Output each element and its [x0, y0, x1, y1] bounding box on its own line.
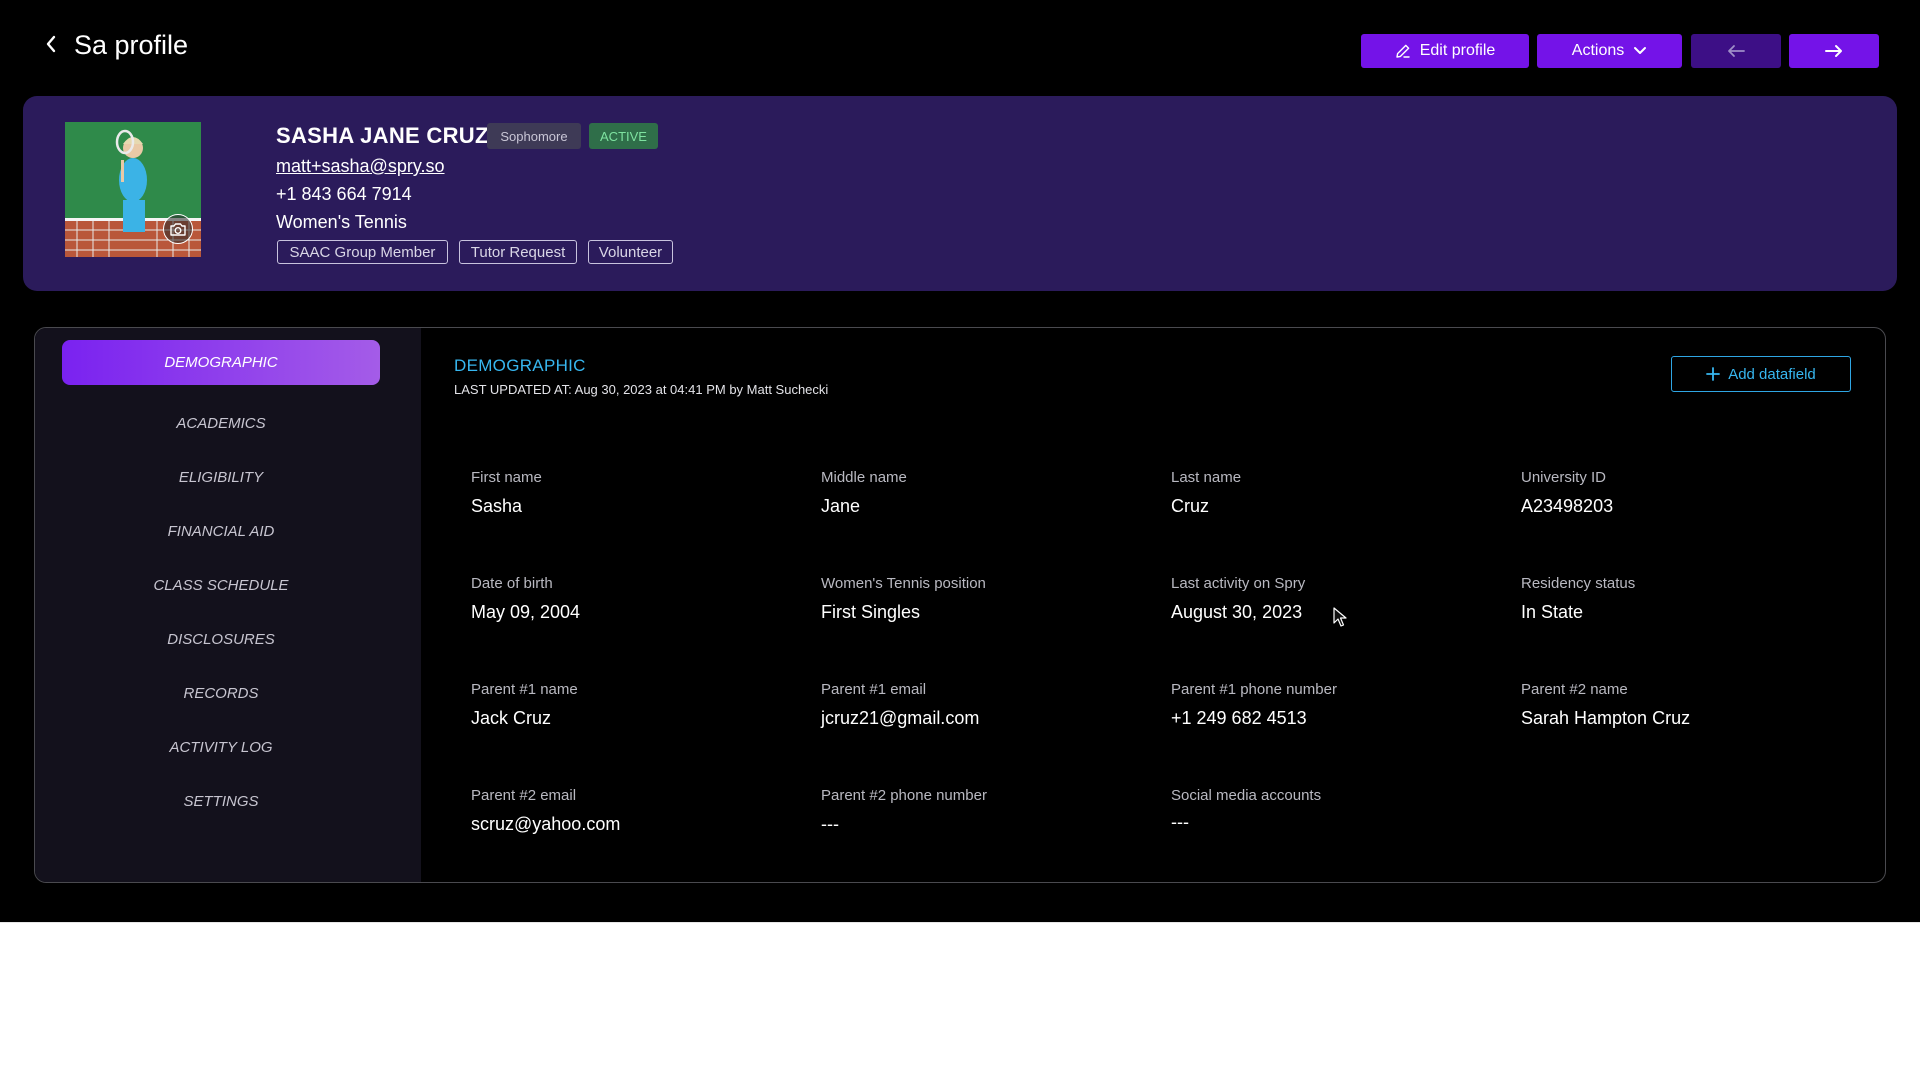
- actions-label: Actions: [1571, 42, 1625, 59]
- field-value: A23498203: [1521, 496, 1614, 516]
- last-updated-text: LAST UPDATED AT: Aug 30, 2023 at 04:41 P…: [454, 382, 829, 397]
- field-label: Date of birth: [471, 575, 553, 592]
- nav-item-settings[interactable]: SETTINGS: [62, 786, 380, 816]
- profile-phone: +1 843 664 7914: [276, 184, 412, 204]
- field-value: ---: [821, 814, 839, 834]
- camera-icon: [170, 222, 186, 236]
- previous-profile-button[interactable]: [1691, 34, 1781, 68]
- nav-item-academics[interactable]: ACADEMICS: [62, 408, 380, 438]
- field-value: Jane: [821, 496, 861, 516]
- field-label: University ID: [1521, 469, 1607, 486]
- add-datafield-button[interactable]: Add datafield: [1671, 356, 1851, 392]
- section-title: DEMOGRAPHIC: [454, 356, 586, 375]
- field-value: Jack Cruz: [471, 708, 552, 728]
- field-value: jcruz21@gmail.com: [821, 708, 980, 728]
- arrow-right-icon: [1825, 45, 1842, 57]
- field-value: ---: [1171, 812, 1189, 832]
- field-label: Parent #1 phone number: [1171, 681, 1337, 698]
- actions-dropdown[interactable]: Actions: [1537, 34, 1682, 68]
- profile-email-link[interactable]: matt+sasha@spry.so: [276, 156, 445, 177]
- section-sidenav: DEMOGRAPHIC ACADEMICS ELIGIBILITY FINANC…: [35, 328, 421, 882]
- field-value: Sarah Hampton Cruz: [1521, 708, 1691, 728]
- field-value: Cruz: [1171, 496, 1210, 516]
- field-value: In State: [1521, 602, 1584, 622]
- nav-item-records[interactable]: RECORDS: [62, 678, 380, 708]
- blank-area: [0, 922, 1920, 1080]
- pencil-icon: [1396, 44, 1410, 58]
- nav-item-activity-log[interactable]: ACTIVITY LOG: [62, 732, 380, 762]
- field-value: +1 249 682 4513: [1171, 708, 1307, 728]
- profile-name: SASHA JANE CRUZ: [276, 123, 489, 148]
- add-datafield-label: Add datafield: [1728, 365, 1816, 383]
- nav-item-disclosures[interactable]: DISCLOSURES: [62, 624, 380, 654]
- plus-icon: [1706, 367, 1721, 381]
- page-title: Sa profile: [74, 30, 189, 60]
- tag-volunteer: Volunteer: [588, 240, 673, 264]
- back-button[interactable]: [40, 33, 62, 55]
- tag-saac-group-member: SAAC Group Member: [277, 240, 448, 264]
- field-label: Last activity on Spry: [1171, 575, 1306, 592]
- edit-profile-button[interactable]: Edit profile: [1361, 34, 1529, 68]
- class-year-badge: Sophomore: [487, 123, 581, 149]
- field-label: Middle name: [821, 469, 907, 486]
- field-label: Parent #1 name: [471, 681, 578, 698]
- field-value: First Singles: [821, 602, 921, 622]
- field-label: First name: [471, 469, 542, 486]
- profile-sport: Women's Tennis: [276, 212, 407, 232]
- edit-profile-label: Edit profile: [1419, 42, 1496, 59]
- field-value: August 30, 2023: [1171, 602, 1303, 622]
- field-label: Parent #2 name: [1521, 681, 1628, 698]
- chevron-left-icon: [46, 35, 56, 53]
- status-badge: ACTIVE: [589, 123, 658, 149]
- nav-item-demographic[interactable]: DEMOGRAPHIC: [62, 340, 380, 385]
- chevron-down-icon: [1634, 47, 1647, 54]
- field-value: scruz@yahoo.com: [471, 814, 621, 834]
- field-label: Social media accounts: [1171, 787, 1322, 804]
- field-value: Sasha: [471, 496, 523, 516]
- field-label: Parent #1 email: [821, 681, 927, 698]
- change-photo-button[interactable]: [163, 214, 193, 244]
- field-label: Women's Tennis position: [821, 575, 986, 592]
- next-profile-button[interactable]: [1789, 34, 1879, 68]
- field-value: May 09, 2004: [471, 602, 581, 622]
- tag-tutor-request: Tutor Request: [459, 240, 577, 264]
- mouse-cursor-icon: [1333, 607, 1347, 627]
- nav-item-class-schedule[interactable]: CLASS SCHEDULE: [62, 570, 380, 600]
- app-window: Sa profile Edit profile Actions SASHA JA…: [0, 0, 1920, 922]
- nav-item-financial-aid[interactable]: FINANCIAL AID: [62, 516, 380, 546]
- arrow-left-icon: [1728, 45, 1745, 57]
- field-label: Parent #2 phone number: [821, 787, 987, 804]
- field-label: Parent #2 email: [471, 787, 577, 804]
- field-label: Last name: [1171, 469, 1242, 486]
- nav-item-eligibility[interactable]: ELIGIBILITY: [62, 462, 380, 492]
- field-label: Residency status: [1521, 575, 1636, 592]
